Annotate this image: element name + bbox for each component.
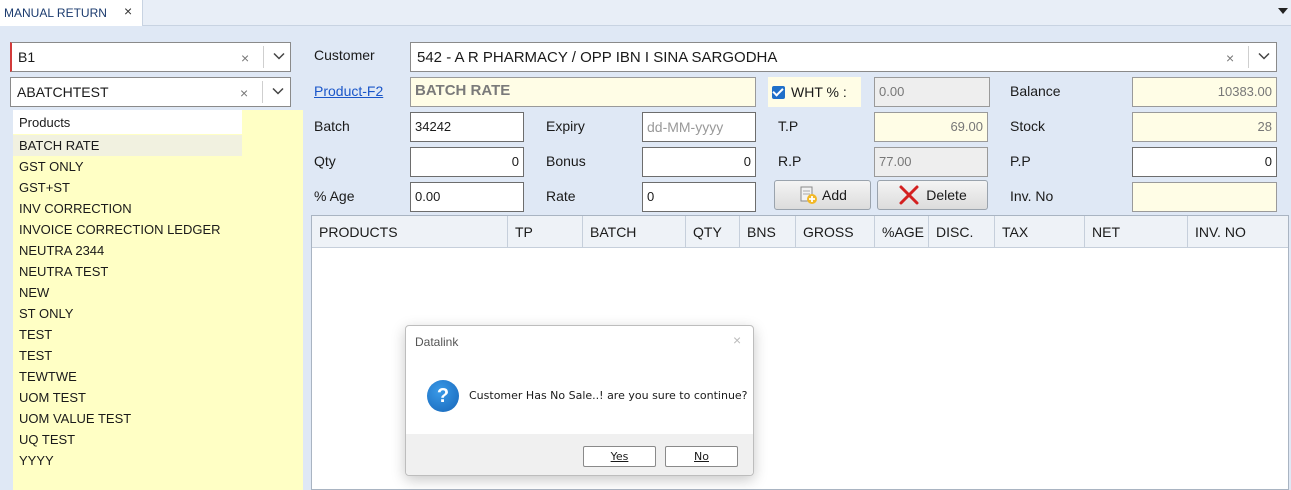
- rate-label: Rate: [546, 188, 576, 204]
- wht-checkbox[interactable]: WHT % :: [768, 77, 861, 107]
- combo-separator: [263, 46, 264, 68]
- list-item[interactable]: GST+ST: [13, 177, 242, 198]
- tab-manual-return[interactable]: MANUAL RETURN ×: [0, 0, 143, 26]
- list-item[interactable]: TEST: [13, 324, 242, 345]
- clear-icon[interactable]: ×: [241, 50, 249, 66]
- combo-separator: [262, 81, 263, 103]
- tp-label: T.P: [778, 118, 799, 134]
- delete-button-label: Delete: [926, 187, 967, 203]
- list-item[interactable]: INV CORRECTION: [13, 198, 242, 219]
- product-combo-value: ABATCHTEST: [17, 84, 109, 100]
- column-header-disc[interactable]: DISC.: [929, 216, 995, 248]
- pp-field[interactable]: 0: [1132, 147, 1277, 177]
- qty-label: Qty: [314, 153, 336, 169]
- age-field[interactable]: 0.00: [410, 182, 524, 212]
- column-header-qty[interactable]: QTY: [686, 216, 740, 248]
- bonus-field[interactable]: 0: [642, 147, 756, 177]
- tp-field: 69.00: [874, 112, 988, 142]
- dialog-title: Datalink: [415, 335, 459, 349]
- clear-icon[interactable]: ×: [240, 85, 248, 101]
- checkbox-checked-icon[interactable]: [772, 85, 785, 99]
- wht-field: 0.00: [874, 77, 990, 107]
- delete-button[interactable]: Delete: [877, 180, 988, 210]
- age-label: % Age: [314, 188, 355, 204]
- column-header-tax[interactable]: TAX: [995, 216, 1085, 248]
- list-item[interactable]: UOM VALUE TEST: [13, 408, 242, 429]
- customer-label: Customer: [314, 47, 375, 63]
- add-button[interactable]: Add: [774, 180, 871, 210]
- invno-field[interactable]: [1132, 182, 1277, 212]
- customer-combo-value: 542 - A R PHARMACY / OPP IBN I SINA SARG…: [417, 49, 778, 66]
- list-item[interactable]: INVOICE CORRECTION LEDGER: [13, 219, 242, 240]
- grid-header: PRODUCTS TP BATCH QTY BNS GROSS %AGE DIS…: [312, 216, 1288, 248]
- column-header-age[interactable]: %AGE: [875, 216, 929, 248]
- product-f2-link[interactable]: Product-F2: [314, 83, 383, 99]
- yes-button-label: Yes: [610, 450, 629, 463]
- dialog-message: Customer Has No Sale..! are you sure to …: [469, 389, 748, 402]
- batch-combo-value: B1: [18, 49, 36, 65]
- list-item[interactable]: GST ONLY: [13, 156, 242, 177]
- column-header-bns[interactable]: BNS: [740, 216, 796, 248]
- stock-field: 28: [1132, 112, 1277, 142]
- delete-x-icon: [899, 185, 919, 205]
- batch-combo[interactable]: B1 ×: [10, 42, 291, 72]
- close-icon[interactable]: ×: [124, 3, 132, 19]
- combo-separator: [1248, 46, 1249, 68]
- list-item[interactable]: UQ TEST: [13, 429, 242, 450]
- column-header-tp[interactable]: TP: [508, 216, 583, 248]
- list-item[interactable]: NEUTRA 2344: [13, 240, 242, 261]
- balance-label: Balance: [1010, 83, 1061, 99]
- product-combo[interactable]: ABATCHTEST ×: [10, 77, 291, 107]
- wht-label: WHT % :: [791, 84, 847, 100]
- chevron-down-icon[interactable]: [1258, 50, 1270, 62]
- tab-label: MANUAL RETURN: [4, 6, 107, 20]
- rp-label: R.P: [778, 153, 802, 169]
- list-item[interactable]: BATCH RATE: [13, 135, 242, 156]
- qty-field[interactable]: 0: [410, 147, 524, 177]
- product-list-header: Products: [13, 110, 242, 134]
- chevron-down-icon[interactable]: [272, 85, 284, 97]
- column-header-gross[interactable]: GROSS: [796, 216, 875, 248]
- product-dropdown-list: Products BATCH RATE GST ONLY GST+ST INV …: [13, 110, 303, 490]
- bonus-label: Bonus: [546, 153, 586, 169]
- yes-button[interactable]: Yes: [583, 446, 656, 467]
- tab-strip: MANUAL RETURN ×: [0, 0, 1291, 26]
- no-button[interactable]: No: [665, 446, 738, 467]
- list-item[interactable]: YYYY: [13, 450, 242, 471]
- clear-icon[interactable]: ×: [1226, 50, 1234, 66]
- column-header-batch[interactable]: BATCH: [583, 216, 686, 248]
- batch-label: Batch: [314, 118, 350, 134]
- batch-field[interactable]: 34242: [410, 112, 524, 142]
- pp-label: P.P: [1010, 153, 1031, 169]
- list-item[interactable]: TEST: [13, 345, 242, 366]
- column-header-net[interactable]: NET: [1085, 216, 1188, 248]
- expiry-label: Expiry: [546, 118, 585, 134]
- column-header-invno[interactable]: INV. NO: [1188, 216, 1288, 248]
- confirm-dialog: Datalink × ? Customer Has No Sale..! are…: [405, 325, 754, 476]
- balance-field: 10383.00: [1132, 77, 1277, 107]
- close-icon[interactable]: ×: [733, 332, 741, 348]
- chevron-down-icon[interactable]: [273, 50, 285, 62]
- add-button-label: Add: [822, 187, 847, 203]
- list-item[interactable]: UOM TEST: [13, 387, 242, 408]
- question-icon: ?: [427, 380, 459, 412]
- customer-combo[interactable]: 542 - A R PHARMACY / OPP IBN I SINA SARG…: [410, 42, 1277, 72]
- list-item[interactable]: ST ONLY: [13, 303, 242, 324]
- expiry-field[interactable]: dd-MM-yyyy: [642, 112, 756, 142]
- column-header-products[interactable]: PRODUCTS: [312, 216, 508, 248]
- list-item[interactable]: TEWTWE: [13, 366, 242, 387]
- dropdown-arrow-icon[interactable]: [1278, 8, 1288, 14]
- stock-label: Stock: [1010, 118, 1046, 134]
- rp-field: 77.00: [874, 147, 988, 177]
- rate-field[interactable]: 0: [642, 182, 756, 212]
- list-item[interactable]: NEW: [13, 282, 242, 303]
- add-icon: [800, 186, 818, 204]
- product-name-field: BATCH RATE: [410, 77, 756, 107]
- dialog-footer: Yes No: [406, 434, 753, 475]
- list-item[interactable]: NEUTRA TEST: [13, 261, 242, 282]
- invno-label: Inv. No: [1010, 188, 1054, 204]
- no-button-label: No: [694, 450, 709, 463]
